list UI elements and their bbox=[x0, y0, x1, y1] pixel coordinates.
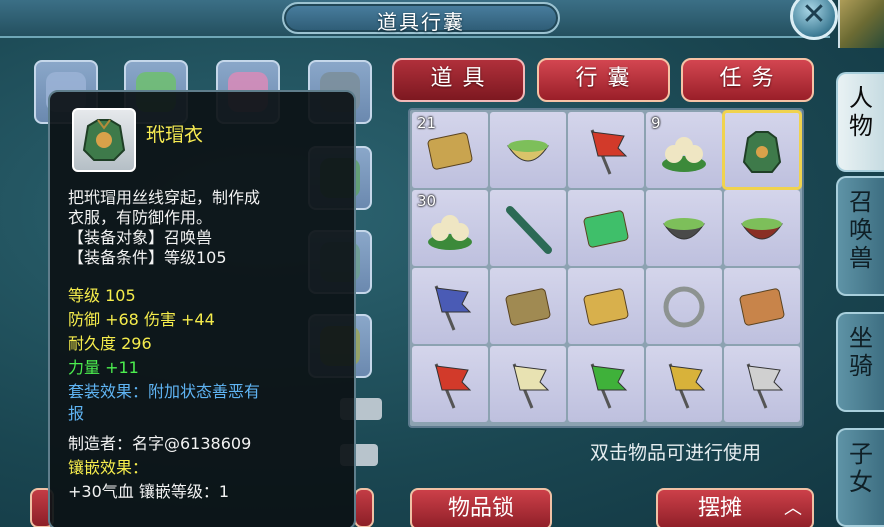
side-tab-character[interactable]: 人 物 bbox=[836, 72, 884, 172]
inventory-slot[interactable] bbox=[646, 190, 722, 266]
side-tab-label: 召 唤 兽 bbox=[849, 188, 873, 272]
side-tab-label: 子 女 bbox=[849, 440, 873, 496]
inventory-slot[interactable] bbox=[646, 346, 722, 422]
inventory-slot[interactable]: 9 bbox=[646, 112, 722, 188]
red-flag-icon bbox=[590, 129, 628, 175]
herb-pot-icon bbox=[663, 218, 705, 240]
chevron-up-icon: ︿ bbox=[784, 498, 802, 519]
stall-label: 摆摊 bbox=[697, 496, 742, 521]
buns-icon bbox=[428, 215, 472, 250]
inventory-slot[interactable] bbox=[568, 346, 644, 422]
item-lock-button[interactable]: 物品锁 bbox=[410, 488, 552, 527]
side-tab-mount[interactable]: 坐 骑 bbox=[836, 312, 884, 412]
item-tooltip: 玳瑁衣 把玳瑁用丝线穿起，制作成 衣服，有防御作用。 【装备对象】召唤兽 【装备… bbox=[48, 90, 356, 527]
tooltip-inlay: +30气血 镶嵌等级：1 bbox=[68, 482, 230, 501]
usage-hint: 双击物品可进行使用 bbox=[590, 442, 762, 464]
inventory-slot[interactable] bbox=[568, 112, 644, 188]
side-tab-label: 人 物 bbox=[849, 84, 873, 140]
corner-portrait bbox=[838, 0, 884, 48]
blue-flag-icon bbox=[434, 285, 472, 331]
bowl-icon bbox=[507, 140, 549, 162]
left-button[interactable] bbox=[354, 488, 374, 527]
silver-flag-icon bbox=[746, 363, 784, 409]
tooltip-set-effect: 套装效果：附加状态善恶有 bbox=[68, 382, 261, 401]
close-icon: ✕ bbox=[801, 0, 827, 32]
tooltip-strength: 力量 +11 bbox=[68, 358, 139, 377]
inventory-slot[interactable] bbox=[490, 268, 566, 344]
tooltip-durability: 耐久度 296 bbox=[68, 334, 152, 353]
tab-bag[interactable]: 行囊 bbox=[537, 58, 670, 102]
tooltip-inlay-title: 镶嵌效果： bbox=[68, 458, 149, 477]
armor-icon bbox=[742, 131, 782, 173]
armor-icon bbox=[72, 108, 136, 172]
inventory-slot[interactable]: 30 bbox=[412, 190, 488, 266]
leaf-pouch-icon bbox=[583, 210, 629, 248]
inventory-slot[interactable] bbox=[490, 346, 566, 422]
tooltip-defense: 防御 +68 伤害 +44 bbox=[68, 310, 215, 329]
umbrella-icon bbox=[506, 206, 552, 254]
inventory-slot[interactable] bbox=[724, 346, 800, 422]
side-tab-child[interactable]: 子 女 bbox=[836, 428, 884, 527]
buns-icon bbox=[662, 137, 706, 172]
title-plate: 道具行囊 bbox=[282, 2, 560, 34]
inventory-window: 道具行囊 ✕ 人 物 召 唤 兽 坐 骑 子 女 道具 行囊 任务 21 9 30 … bbox=[0, 0, 884, 527]
jar-icon bbox=[741, 218, 783, 240]
inventory-slot[interactable] bbox=[490, 190, 566, 266]
scroll-icon bbox=[427, 132, 473, 170]
tab-quests[interactable]: 任务 bbox=[681, 58, 814, 102]
inventory-slot[interactable] bbox=[568, 190, 644, 266]
tooltip-level: 等级 105 bbox=[68, 286, 136, 305]
inventory-slot[interactable] bbox=[412, 268, 488, 344]
tooltip-item-name: 玳瑁衣 bbox=[146, 124, 204, 146]
inventory-slot[interactable]: 21 bbox=[412, 112, 488, 188]
inventory-slot[interactable] bbox=[490, 112, 566, 188]
inventory-slot[interactable] bbox=[568, 268, 644, 344]
red-flag-icon bbox=[434, 363, 472, 409]
tooltip-condition: 【装备条件】等级105 bbox=[68, 248, 227, 267]
side-tab-summon[interactable]: 召 唤 兽 bbox=[836, 176, 884, 296]
inventory-grid: 21 9 30 bbox=[408, 108, 804, 428]
tooltip-set-effect: 报 bbox=[68, 404, 85, 423]
close-button[interactable]: ✕ bbox=[790, 0, 838, 40]
stack-count: 9 bbox=[651, 114, 661, 132]
tablet-icon bbox=[583, 288, 629, 326]
title-bar: 道具行囊 bbox=[0, 0, 830, 38]
stack-count: 21 bbox=[417, 114, 437, 132]
window-title: 道具行囊 bbox=[377, 10, 465, 34]
tooltip-maker: 制造者：名字@6138609 bbox=[68, 434, 252, 453]
side-tab-label: 坐 骑 bbox=[849, 324, 873, 380]
ring-icon bbox=[663, 286, 705, 328]
inventory-slot[interactable] bbox=[724, 268, 800, 344]
yellow-flag-icon bbox=[668, 363, 706, 409]
stall-button[interactable]: 摆摊 ︿ bbox=[656, 488, 814, 527]
green-flag-icon bbox=[590, 363, 628, 409]
inventory-slot[interactable] bbox=[646, 268, 722, 344]
stack-count: 30 bbox=[417, 192, 437, 210]
white-flag-icon bbox=[512, 363, 550, 409]
inventory-slot[interactable] bbox=[724, 190, 800, 266]
map-icon bbox=[739, 288, 785, 326]
tab-items[interactable]: 道具 bbox=[392, 58, 525, 102]
inventory-slot[interactable] bbox=[722, 110, 802, 190]
inventory-slot[interactable] bbox=[412, 346, 488, 422]
bracer-icon bbox=[505, 288, 551, 326]
